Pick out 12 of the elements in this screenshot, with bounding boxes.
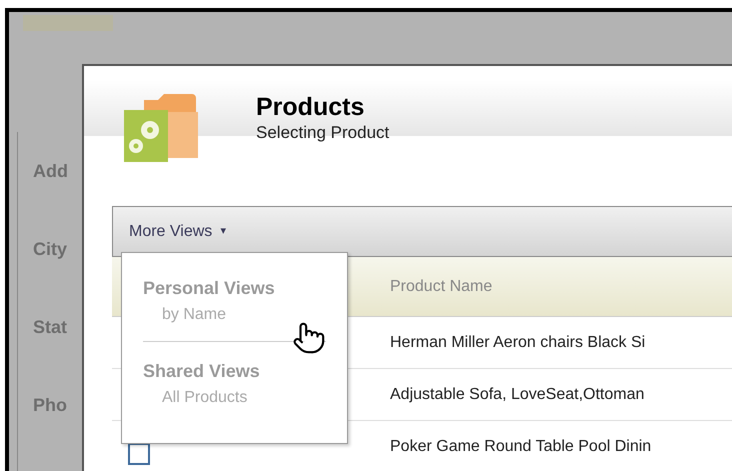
- form-label: Add: [33, 160, 68, 182]
- form-label: Pho: [33, 394, 68, 416]
- form-label: City: [33, 238, 68, 260]
- menu-group-heading: Personal Views: [143, 277, 276, 299]
- more-views-button[interactable]: More Views ▾: [127, 220, 228, 244]
- form-label: Stat: [33, 316, 68, 338]
- dialog-title: Products: [256, 92, 366, 122]
- product-name-cell-text: Poker Game Round Table Pool Dinin: [390, 436, 652, 456]
- dialog-subtitle: Selecting Product: [256, 122, 390, 144]
- product-name-cell-text: Herman Miller Aeron chairs Black Si: [390, 332, 646, 352]
- product-name-cell-text: Adjustable Sofa, LoveSeat,Ottoman: [390, 384, 644, 404]
- row-checkbox[interactable]: [128, 442, 150, 464]
